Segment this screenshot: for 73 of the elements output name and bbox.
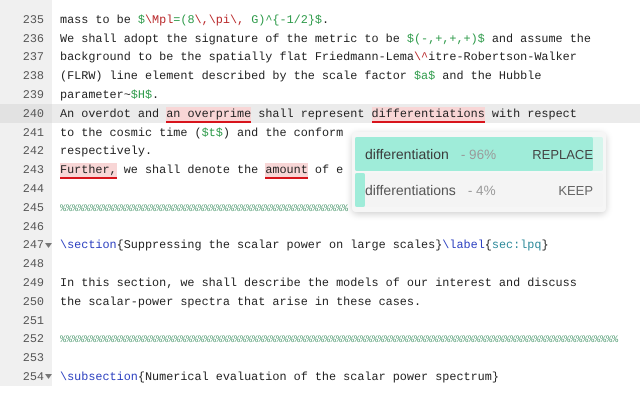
confidence-text: - 96%: [460, 146, 496, 162]
suggestion-word: differentiations: [365, 182, 456, 198]
code-text: and assume the: [490, 32, 591, 46]
misspelled-word[interactable]: Further,: [60, 163, 117, 180]
code-text: In this section, we shall describe the models of our interest and discuss: [60, 276, 577, 290]
line-number: 250: [22, 294, 44, 309]
line-number: 247: [22, 238, 44, 252]
code-text: the scalar-power spectra that arise in these cases.: [60, 294, 422, 309]
code-text: parameter~: [60, 88, 131, 102]
line-number: 237: [22, 50, 44, 64]
line-number: 244: [22, 182, 44, 196]
line-number: 239: [22, 88, 44, 102]
fold-caret-icon[interactable]: [44, 242, 52, 248]
code-text: respectively.: [60, 144, 152, 158]
code-text: {Suppressing the scalar power on large scales}: [116, 238, 442, 252]
math-text: $H$: [130, 88, 152, 102]
fold-caret-icon[interactable]: [44, 374, 52, 380]
code-text: We shall adopt the signature of the metric to be: [60, 32, 401, 46]
line-number: 246: [22, 220, 44, 234]
math-text: =(8: [173, 12, 195, 27]
code-text: of e: [314, 163, 344, 178]
code-text: to the cosmic time (: [60, 126, 202, 140]
line-number: 253: [22, 351, 44, 366]
latex-command: \label: [442, 238, 485, 252]
code-text: shall represent: [257, 106, 366, 121]
code-text: background to be the spatially flat Friedmann-Lema: [60, 50, 414, 64]
code-text: mass to be: [60, 12, 132, 27]
code-text: {Numerical evaluation of the scalar power spectrum}: [138, 370, 499, 384]
line-number: 240: [22, 106, 44, 121]
math-command: \,\pi\,: [194, 12, 244, 27]
code-text: itre-Robertson-Walker: [428, 50, 577, 64]
action-label: REPLACE: [532, 146, 593, 162]
line-number: 249: [22, 276, 44, 290]
math-text: G)^{-1/2}$: [250, 12, 322, 27]
math-text: $t$: [202, 126, 223, 140]
misspelled-word[interactable]: amount: [265, 163, 308, 180]
line-number: 251: [22, 314, 44, 328]
line-number: 241: [22, 126, 44, 140]
math-command: \Mpl: [144, 12, 174, 27]
line-number: 248: [22, 257, 44, 272]
suggestion-word: differentiation: [365, 146, 449, 162]
math-command: \^: [414, 50, 428, 64]
comment-line: %%%%%%%%%%%%%%%%%%%%%%%%%%%%%%%%%%%%%%%%%%%%%%%%%%%%%%%%%%%%%%%%%%%%%%%%%%%%%%%%%%%%%%%%%%%%%: [60, 335, 618, 346]
code-text: with respect: [490, 106, 577, 121]
confidence-text: - 4%: [468, 182, 496, 198]
code-text: {: [484, 238, 492, 252]
code-text: }: [541, 238, 549, 252]
math-text: $: [138, 12, 145, 27]
latex-command: \section: [60, 238, 117, 252]
comment-line: %%%%%%%%%%%%%%%%%%%%%%%%%%%%%%%%%%%%%%%%%%%%%%%%: [60, 204, 348, 215]
code-text: An overdot and: [60, 106, 160, 121]
misspelled-word[interactable]: an overprime: [166, 106, 252, 123]
line-number: 254: [22, 370, 44, 384]
line-number: 235: [22, 12, 44, 27]
math-text: $(-,+,+,+)$: [406, 32, 485, 46]
line-number: 238: [22, 69, 44, 84]
misspelled-word[interactable]: differentiations: [372, 106, 485, 123]
code-text: and the Hubble: [441, 69, 542, 84]
label-argument: sec:lpq: [492, 238, 542, 252]
code-text: (FLRW) line element described by the scale factor: [60, 69, 408, 84]
line-number: 236: [22, 32, 44, 46]
suggestion-item[interactable]: differentiation - 96% REPLACE: [355, 137, 603, 171]
code-text: we shall denote the: [122, 163, 260, 178]
code-text: .: [322, 12, 330, 27]
code-text: .: [152, 88, 160, 102]
line-number: 242: [22, 144, 44, 158]
code-text: ) and the conform: [222, 126, 344, 140]
line-number: 252: [22, 332, 44, 346]
latex-command: \subsection: [60, 370, 138, 384]
math-text: $a$: [414, 69, 436, 84]
line-number: 243: [22, 163, 44, 178]
action-label: KEEP: [558, 182, 593, 198]
line-number: 245: [22, 200, 44, 215]
